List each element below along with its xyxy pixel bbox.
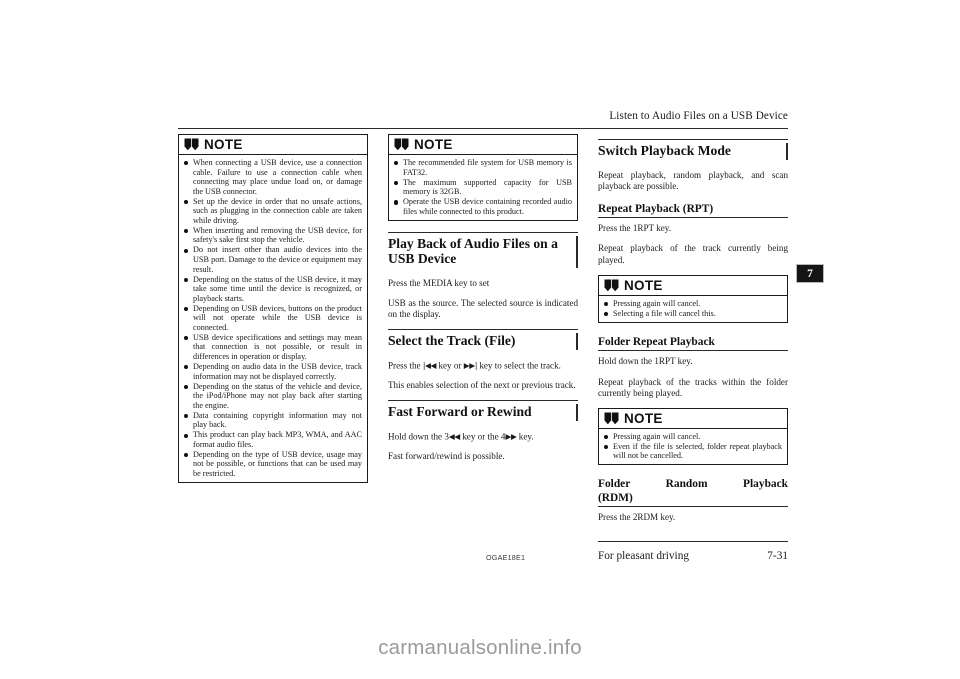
note-title: NOTE xyxy=(204,137,243,152)
list-item: When inserting and removing the USB devi… xyxy=(183,226,362,245)
note-box-folder-rpt: NOTE Pressing again will cancel. Even if… xyxy=(598,407,788,466)
list-item: Even if the file is selected, folder rep… xyxy=(603,442,782,461)
manual-page: Listen to Audio Files on a USB Device NO… xyxy=(0,0,960,679)
paragraph-fast-forward-instruction: Hold down the 3◀◀ key or the 4▶▶ key. xyxy=(388,431,578,442)
next-track-key-icon: ▶▶| xyxy=(463,360,478,370)
note-body: Pressing again will cancel. Even if the … xyxy=(599,429,787,465)
heading-select-the-track: Select the Track (File) xyxy=(388,329,578,353)
list-item: Selecting a file will cancel this. xyxy=(603,309,782,319)
list-item: USB device specifications and settings m… xyxy=(183,333,362,362)
footer-rule xyxy=(598,541,788,543)
footer: For pleasant driving 7-31 xyxy=(598,550,788,563)
text-key-or: key or xyxy=(436,359,464,370)
note-box-usb-memory: NOTE The recommended file system for USB… xyxy=(388,134,578,221)
note-bookmark-icon xyxy=(184,138,199,151)
note-list: When connecting a USB device, use a conn… xyxy=(183,158,362,479)
text-press-the: Press the xyxy=(388,359,423,370)
paragraph-switch-mode-desc: Repeat playback, random playback, and sc… xyxy=(598,169,788,191)
footer-document-code: OGAE18E1 xyxy=(486,553,526,562)
text-key-to-select: key to select the track. xyxy=(477,359,561,370)
heading-play-back-audio-files: Play Back of Audio Files on a USB Device xyxy=(388,231,578,271)
page-number: 7-31 xyxy=(767,550,788,562)
paragraph-folder-rpt-desc: Repeat playback of the tracks within the… xyxy=(598,376,788,398)
note-list: The recommended file system for USB memo… xyxy=(393,158,572,216)
note-box-rpt: NOTE Pressing again will cancel. Selecti… xyxy=(598,274,788,323)
text-key: key. xyxy=(516,431,534,442)
paragraph-rdm-press: Press the 2RDM key. xyxy=(598,512,676,523)
list-item: Depending on the type of USB device, usa… xyxy=(183,450,362,479)
list-item: Depending on audio data in the USB devic… xyxy=(183,362,362,381)
heading-folder-repeat-playback: Folder Repeat Playback xyxy=(598,334,788,352)
note-list: Pressing again will cancel. Even if the … xyxy=(603,432,782,461)
list-item: This product can play back MP3, WMA, and… xyxy=(183,430,362,449)
note-body: The recommended file system for USB memo… xyxy=(389,155,577,220)
list-item: Pressing again will cancel. xyxy=(603,299,782,309)
paragraph-rpt-press: Press the 1RPT key. xyxy=(598,223,672,234)
list-item: Data containing copyright information ma… xyxy=(183,411,362,430)
watermark: carmanualsonline.info xyxy=(378,636,582,659)
heading-folder-random-playback: Folder Random Playback (RDM) xyxy=(598,476,788,508)
paragraph-usb-source: USB as the source. The selected source i… xyxy=(388,297,578,319)
footer-section-title: For pleasant driving xyxy=(598,550,689,562)
list-item: Set up the device in order that no unsaf… xyxy=(183,197,362,226)
paragraph-select-track-instruction: Press the |◀◀ key or ▶▶| key to select t… xyxy=(388,360,578,371)
text-hold-down: Hold down the 3 xyxy=(388,431,449,442)
text-key-or-the: key or the 4 xyxy=(459,431,506,442)
note-header: NOTE xyxy=(599,409,787,429)
note-title: NOTE xyxy=(624,410,663,426)
column-left: NOTE When connecting a USB device, use a… xyxy=(178,134,368,494)
note-title: NOTE xyxy=(414,137,453,152)
paragraph-press-media: Press the MEDIA key to set xyxy=(388,277,490,288)
note-list: Pressing again will cancel. Selecting a … xyxy=(603,299,782,319)
note-header: NOTE xyxy=(599,276,787,296)
paragraph-fast-forward-desc: Fast forward/rewind is possible. xyxy=(388,451,505,462)
note-header: NOTE xyxy=(389,135,577,155)
paragraph-select-track-desc: This enables selection of the next or pr… xyxy=(388,380,576,391)
fast-forward-key-icon: ▶▶ xyxy=(505,431,517,441)
note-title: NOTE xyxy=(624,277,663,293)
running-header: Listen to Audio Files on a USB Device xyxy=(609,110,788,122)
list-item: Do not insert other than audio devices i… xyxy=(183,245,362,274)
column-right: Switch Playback Mode Repeat playback, ra… xyxy=(598,134,788,523)
chapter-tab: 7 xyxy=(796,264,824,283)
note-bookmark-icon xyxy=(394,138,409,151)
header-rule xyxy=(178,128,788,130)
chapter-tab-number: 7 xyxy=(807,267,813,280)
heading-line-1: Folder Random Playback xyxy=(598,478,788,491)
paragraph-folder-rpt-press: Hold down the 1RPT key. xyxy=(598,356,693,367)
list-item: Depending on the status of the USB devic… xyxy=(183,275,362,304)
heading-repeat-playback-rpt: Repeat Playback (RPT) xyxy=(598,201,788,219)
list-item: When connecting a USB device, use a conn… xyxy=(183,158,362,196)
heading-switch-playback-mode: Switch Playback Mode xyxy=(598,139,788,163)
list-item: Pressing again will cancel. xyxy=(603,432,782,442)
list-item: The recommended file system for USB memo… xyxy=(393,158,572,177)
list-item: Operate the USB device containing record… xyxy=(393,197,572,216)
column-middle: NOTE The recommended file system for USB… xyxy=(388,134,578,462)
list-item: Depending on USB devices, buttons on the… xyxy=(183,304,362,333)
note-box-usb-cautions: NOTE When connecting a USB device, use a… xyxy=(178,134,368,484)
heading-line-2: (RDM) xyxy=(598,491,633,504)
note-body: When connecting a USB device, use a conn… xyxy=(179,155,367,482)
paragraph-rpt-desc: Repeat playback of the track currently b… xyxy=(598,243,788,265)
note-bookmark-icon xyxy=(604,412,619,424)
note-header: NOTE xyxy=(179,135,367,155)
list-item: The maximum supported capacity for USB m… xyxy=(393,178,572,197)
heading-fast-forward-or-rewind: Fast Forward or Rewind xyxy=(388,400,578,424)
prev-track-key-icon: |◀◀ xyxy=(422,360,437,370)
note-body: Pressing again will cancel. Selecting a … xyxy=(599,296,787,322)
list-item: Depending on the status of the vehicle a… xyxy=(183,382,362,411)
note-bookmark-icon xyxy=(604,279,619,291)
rewind-key-icon: ◀◀ xyxy=(448,431,460,441)
